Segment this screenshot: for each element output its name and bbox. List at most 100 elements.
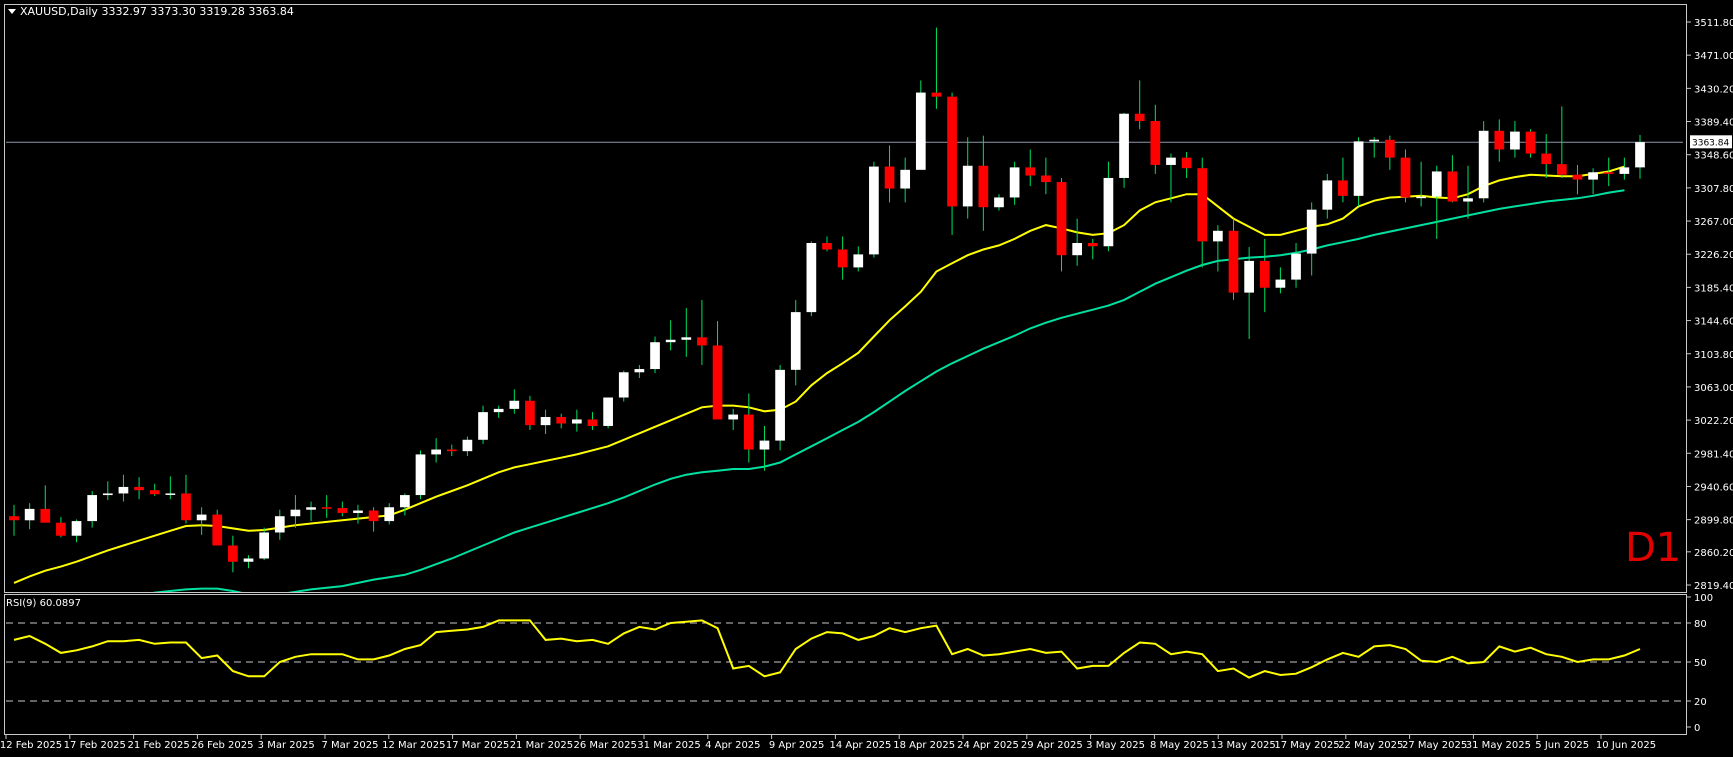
time-axis-label: 5 Jun 2025 — [1535, 740, 1589, 751]
bull-candle — [1072, 243, 1083, 256]
bear-candle — [931, 92, 942, 97]
bear-candle — [884, 166, 895, 189]
price-axis-label: 3063.00 — [1694, 383, 1733, 394]
bear-candle — [56, 522, 66, 536]
bull-candle — [493, 408, 504, 413]
price-axis-label: 3348.60 — [1694, 151, 1733, 162]
bull-candle — [1322, 180, 1333, 210]
bull-candle — [384, 507, 395, 522]
price-axis-label: 3471.00 — [1694, 51, 1733, 62]
bull-candle — [1635, 142, 1645, 168]
time-axis-label: 3 Mar 2025 — [258, 740, 315, 751]
bull-candle — [24, 508, 35, 521]
bull-candle — [306, 507, 316, 510]
bull-candle — [243, 558, 254, 562]
time-axis-label: 29 Apr 2025 — [1021, 740, 1083, 751]
bull-candle — [1463, 198, 1473, 202]
bull-candle — [962, 165, 973, 207]
bear-candle — [1447, 171, 1458, 202]
rsi-axis-label: 20 — [1694, 697, 1707, 708]
bull-candle — [1619, 167, 1630, 174]
bear-candle — [181, 493, 191, 521]
bull-candle — [1431, 171, 1442, 197]
time-axis-label: 8 May 2025 — [1150, 740, 1209, 751]
bear-candle — [368, 510, 379, 522]
price-axis-label: 2819.40 — [1694, 581, 1733, 592]
bear-candle — [1603, 172, 1614, 174]
time-axis-label: 18 Apr 2025 — [893, 740, 955, 751]
time-axis-label: 22 May 2025 — [1338, 740, 1403, 751]
bear-candle — [1025, 167, 1036, 176]
time-axis-label: 24 Apr 2025 — [957, 740, 1019, 751]
bear-candle — [1494, 130, 1505, 150]
bull-candle — [618, 372, 629, 398]
time-axis-label: 13 May 2025 — [1211, 740, 1276, 751]
bull-candle — [681, 337, 692, 340]
bear-candle — [822, 243, 832, 250]
bull-candle — [634, 369, 645, 373]
bull-candle — [775, 369, 785, 441]
bull-candle — [462, 439, 473, 452]
time-axis-label: 21 Feb 2025 — [127, 740, 189, 751]
bull-candle — [900, 169, 911, 189]
symbol-info: XAUUSD,Daily 3332.97 3373.30 3319.28 336… — [20, 5, 294, 18]
rsi-axis-label: 0 — [1694, 723, 1700, 734]
time-axis-label: 10 Jun 2025 — [1596, 740, 1656, 751]
bear-candle — [1338, 180, 1348, 196]
bull-candle — [87, 495, 98, 522]
bear-candle — [134, 486, 144, 491]
rsi-axis-label: 80 — [1694, 619, 1707, 630]
bear-candle — [1384, 139, 1395, 158]
bull-candle — [1478, 130, 1489, 199]
time-axis-label: 14 Apr 2025 — [829, 740, 891, 751]
bear-candle — [837, 249, 848, 268]
bull-candle — [259, 532, 270, 559]
bull-candle — [431, 449, 441, 455]
bear-candle — [1400, 157, 1411, 198]
bear-candle — [1525, 131, 1536, 154]
bull-candle — [353, 510, 363, 513]
price-axis-label: 3430.20 — [1694, 84, 1733, 95]
time-axis-label: 4 Apr 2025 — [705, 740, 760, 751]
bull-candle — [1166, 157, 1176, 165]
time-axis-label: 12 Mar 2025 — [382, 740, 445, 751]
chart-canvas[interactable]: 3511.80 3471.00 3430.20 3389.40 3348.60 3307.… — [0, 0, 1733, 757]
time-axis-label: 26 Mar 2025 — [573, 740, 636, 751]
bull-candle — [118, 486, 129, 494]
bear-candle — [1556, 164, 1567, 175]
bull-candle — [1103, 177, 1114, 247]
price-axis-label: 3511.80 — [1694, 18, 1733, 29]
bull-candle — [290, 509, 301, 517]
time-axis-label: 21 Mar 2025 — [510, 740, 573, 751]
price-axis-label: 2899.80 — [1694, 516, 1733, 527]
bear-candle — [697, 337, 707, 346]
price-axis-label: 2981.40 — [1694, 449, 1733, 460]
bear-candle — [587, 419, 598, 426]
price-axis-label: 3267.00 — [1694, 217, 1733, 228]
bull-candle — [1369, 139, 1380, 142]
bull-candle — [571, 419, 582, 424]
bull-candle — [806, 243, 817, 313]
time-axis-label: 3 May 2025 — [1086, 740, 1145, 751]
bear-candle — [1056, 182, 1067, 256]
time-axis-label: 12 Feb 2025 — [0, 740, 62, 751]
bear-candle — [1150, 121, 1161, 165]
bull-candle — [665, 339, 676, 343]
current-price-label: 3363.84 — [1692, 138, 1729, 148]
price-axis-label: 3185.40 — [1694, 283, 1733, 294]
bear-candle — [1572, 174, 1583, 180]
bull-candle — [71, 521, 82, 536]
bear-candle — [947, 96, 957, 207]
bear-candle — [1197, 168, 1208, 242]
time-axis-label: 9 Apr 2025 — [769, 740, 824, 751]
bear-candle — [337, 508, 348, 513]
dropdown-triangle-icon[interactable] — [8, 9, 16, 14]
bull-candle — [759, 440, 770, 450]
price-axis-label: 2860.20 — [1694, 548, 1733, 559]
bear-candle — [212, 514, 223, 546]
bull-candle — [1291, 253, 1301, 280]
bear-candle — [1134, 113, 1145, 122]
bear-candle — [525, 400, 535, 426]
bull-candle — [274, 516, 285, 533]
price-axis-label: 3144.60 — [1694, 317, 1733, 328]
